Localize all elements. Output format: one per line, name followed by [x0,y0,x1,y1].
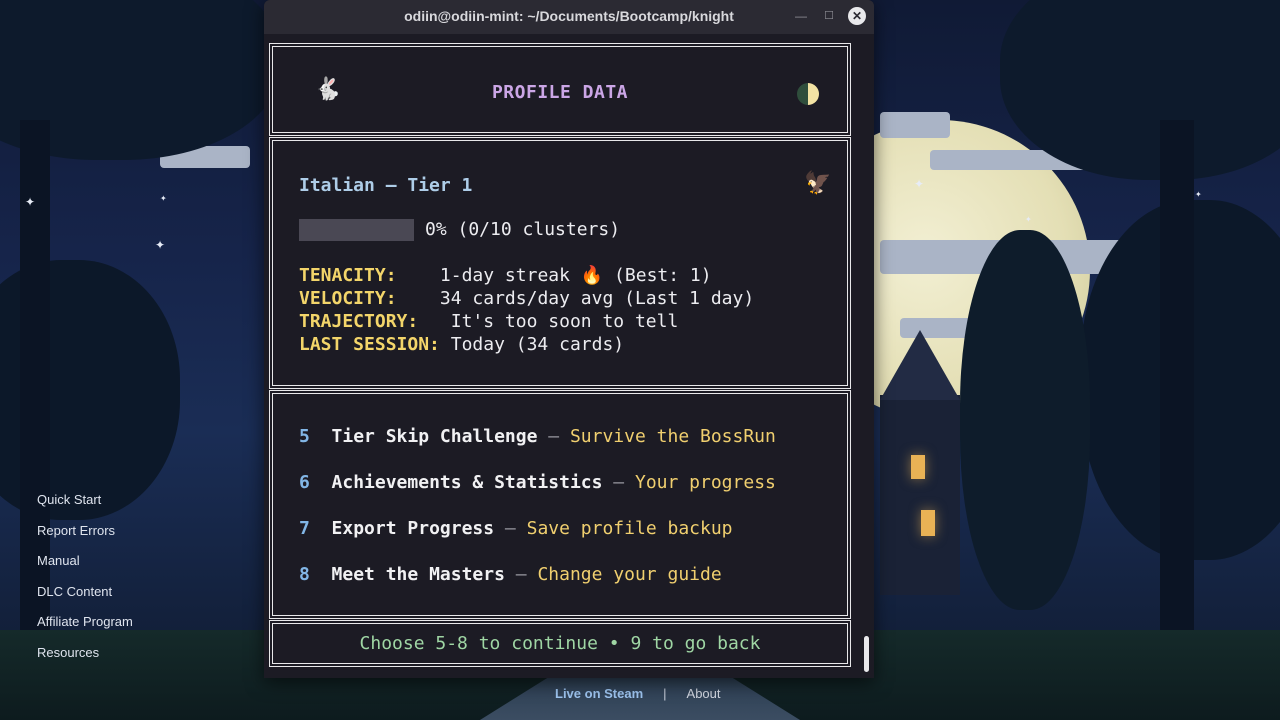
language-tier: Italian – Tier 1 [299,175,473,196]
option-dash: – [602,472,635,493]
stat-suffix: (Best: 1) [603,265,712,286]
star: ✦ [1195,190,1202,199]
window-titlebar[interactable]: odiin@odiin-mint: ~/Documents/Bootcamp/k… [264,0,874,34]
star: ✦ [155,238,166,252]
stat-key: TRAJECTORY: [299,311,419,332]
option-label: Export Progress [331,518,495,539]
option-description: Change your guide [537,564,722,585]
stat-value: 1-day streak [439,265,581,286]
menu-quick-start[interactable]: Quick Start [37,490,133,521]
terminal-window: odiin@odiin-mint: ~/Documents/Bootcamp/k… [264,0,874,678]
stat-gap [397,265,440,286]
menu-report-errors[interactable]: Report Errors [37,521,133,552]
menu-resources[interactable]: Resources [37,643,133,674]
house-window [921,510,935,536]
menu-option-6[interactable]: 6 Achievements & Statistics – Your progr… [299,472,776,493]
menu-option-5[interactable]: 5 Tier Skip Challenge – Survive the Boss… [299,426,776,447]
stat-tenacity: TENACITY: 1-day streak 🔥 (Best: 1) [299,265,712,286]
stat-key: TENACITY: [299,265,397,286]
stat-value: Today (34 cards) [450,334,625,355]
profile-panel: Italian – Tier 1 🦅 0% (0/10 clusters) TE… [269,137,851,389]
maximize-button[interactable]: ☐ [822,6,836,26]
flame-icon: 🔥 [580,265,604,286]
option-number: 6 [299,472,310,493]
tree-trunk [1160,120,1194,640]
menu-dlc-content[interactable]: DLC Content [37,582,133,613]
house-window [911,455,925,479]
footer-links: Live on Steam | About [555,686,721,701]
launcher-menu: Quick Start Report Errors Manual DLC Con… [37,490,133,673]
stat-gap [397,288,440,309]
option-description: Survive the BossRun [569,426,776,447]
half-moon-icon [797,83,819,105]
option-dash: – [504,564,538,585]
option-label: Tier Skip Challenge [331,426,538,447]
option-label: Meet the Masters [331,564,505,585]
menu-option-7[interactable]: 7 Export Progress – Save profile backup [299,518,733,539]
stat-velocity: VELOCITY: 34 cards/day avg (Last 1 day) [299,288,754,309]
cloud [880,112,950,138]
footer-separator: | [663,686,667,701]
option-description: Save profile backup [526,518,733,539]
star: ✦ [1025,215,1032,224]
header-panel: 🐇 PROFILE DATA [269,43,851,136]
prompt-panel: Choose 5-8 to continue • 9 to go back [269,620,851,667]
menu-affiliate-program[interactable]: Affiliate Program [37,612,133,643]
option-number: 8 [299,564,310,585]
terminal-content[interactable]: 🐇 PROFILE DATA Italian – Tier 1 🦅 0% (0/… [264,34,864,678]
stat-gap [418,311,451,332]
house-roof [880,330,960,400]
option-description: Your progress [634,472,776,493]
prompt-text: Choose 5-8 to continue • 9 to go back [359,633,761,654]
eagle-icon: 🦅 [804,171,832,196]
terminal-scrollbar[interactable] [864,636,869,672]
options-panel: 5 Tier Skip Challenge – Survive the Boss… [269,390,851,619]
option-number: 7 [299,518,310,539]
progress-bar [299,219,414,241]
progress-text: 0% (0/10 clusters) [425,219,621,240]
tree-foliage [960,230,1090,610]
option-label: Achievements & Statistics [331,472,603,493]
stat-key: VELOCITY: [299,288,397,309]
star: ✦ [914,177,925,191]
stat-gap [440,334,451,355]
stat-trajectory: TRAJECTORY: It's too soon to tell [299,311,678,332]
page-title: PROFILE DATA [491,82,629,103]
live-on-steam-link[interactable]: Live on Steam [555,686,643,701]
star: ✦ [25,195,36,209]
menu-option-8[interactable]: 8 Meet the Masters – Change your guide [299,564,722,585]
stat-key: LAST SESSION: [299,334,440,355]
menu-manual[interactable]: Manual [37,551,133,582]
option-dash: – [494,518,527,539]
option-dash: – [537,426,570,447]
window-title: odiin@odiin-mint: ~/Documents/Bootcamp/k… [404,8,734,24]
stat-last-session: LAST SESSION: Today (34 cards) [299,334,624,355]
close-button[interactable]: ✕ [848,7,866,25]
stat-value: It's too soon to tell [450,311,679,332]
star: ✦ [160,194,167,203]
about-link[interactable]: About [687,686,721,701]
house [880,395,960,595]
option-number: 5 [299,426,310,447]
minimize-button[interactable]: — [794,6,808,26]
stat-value: 34 cards/day avg (Last 1 day) [439,288,755,309]
